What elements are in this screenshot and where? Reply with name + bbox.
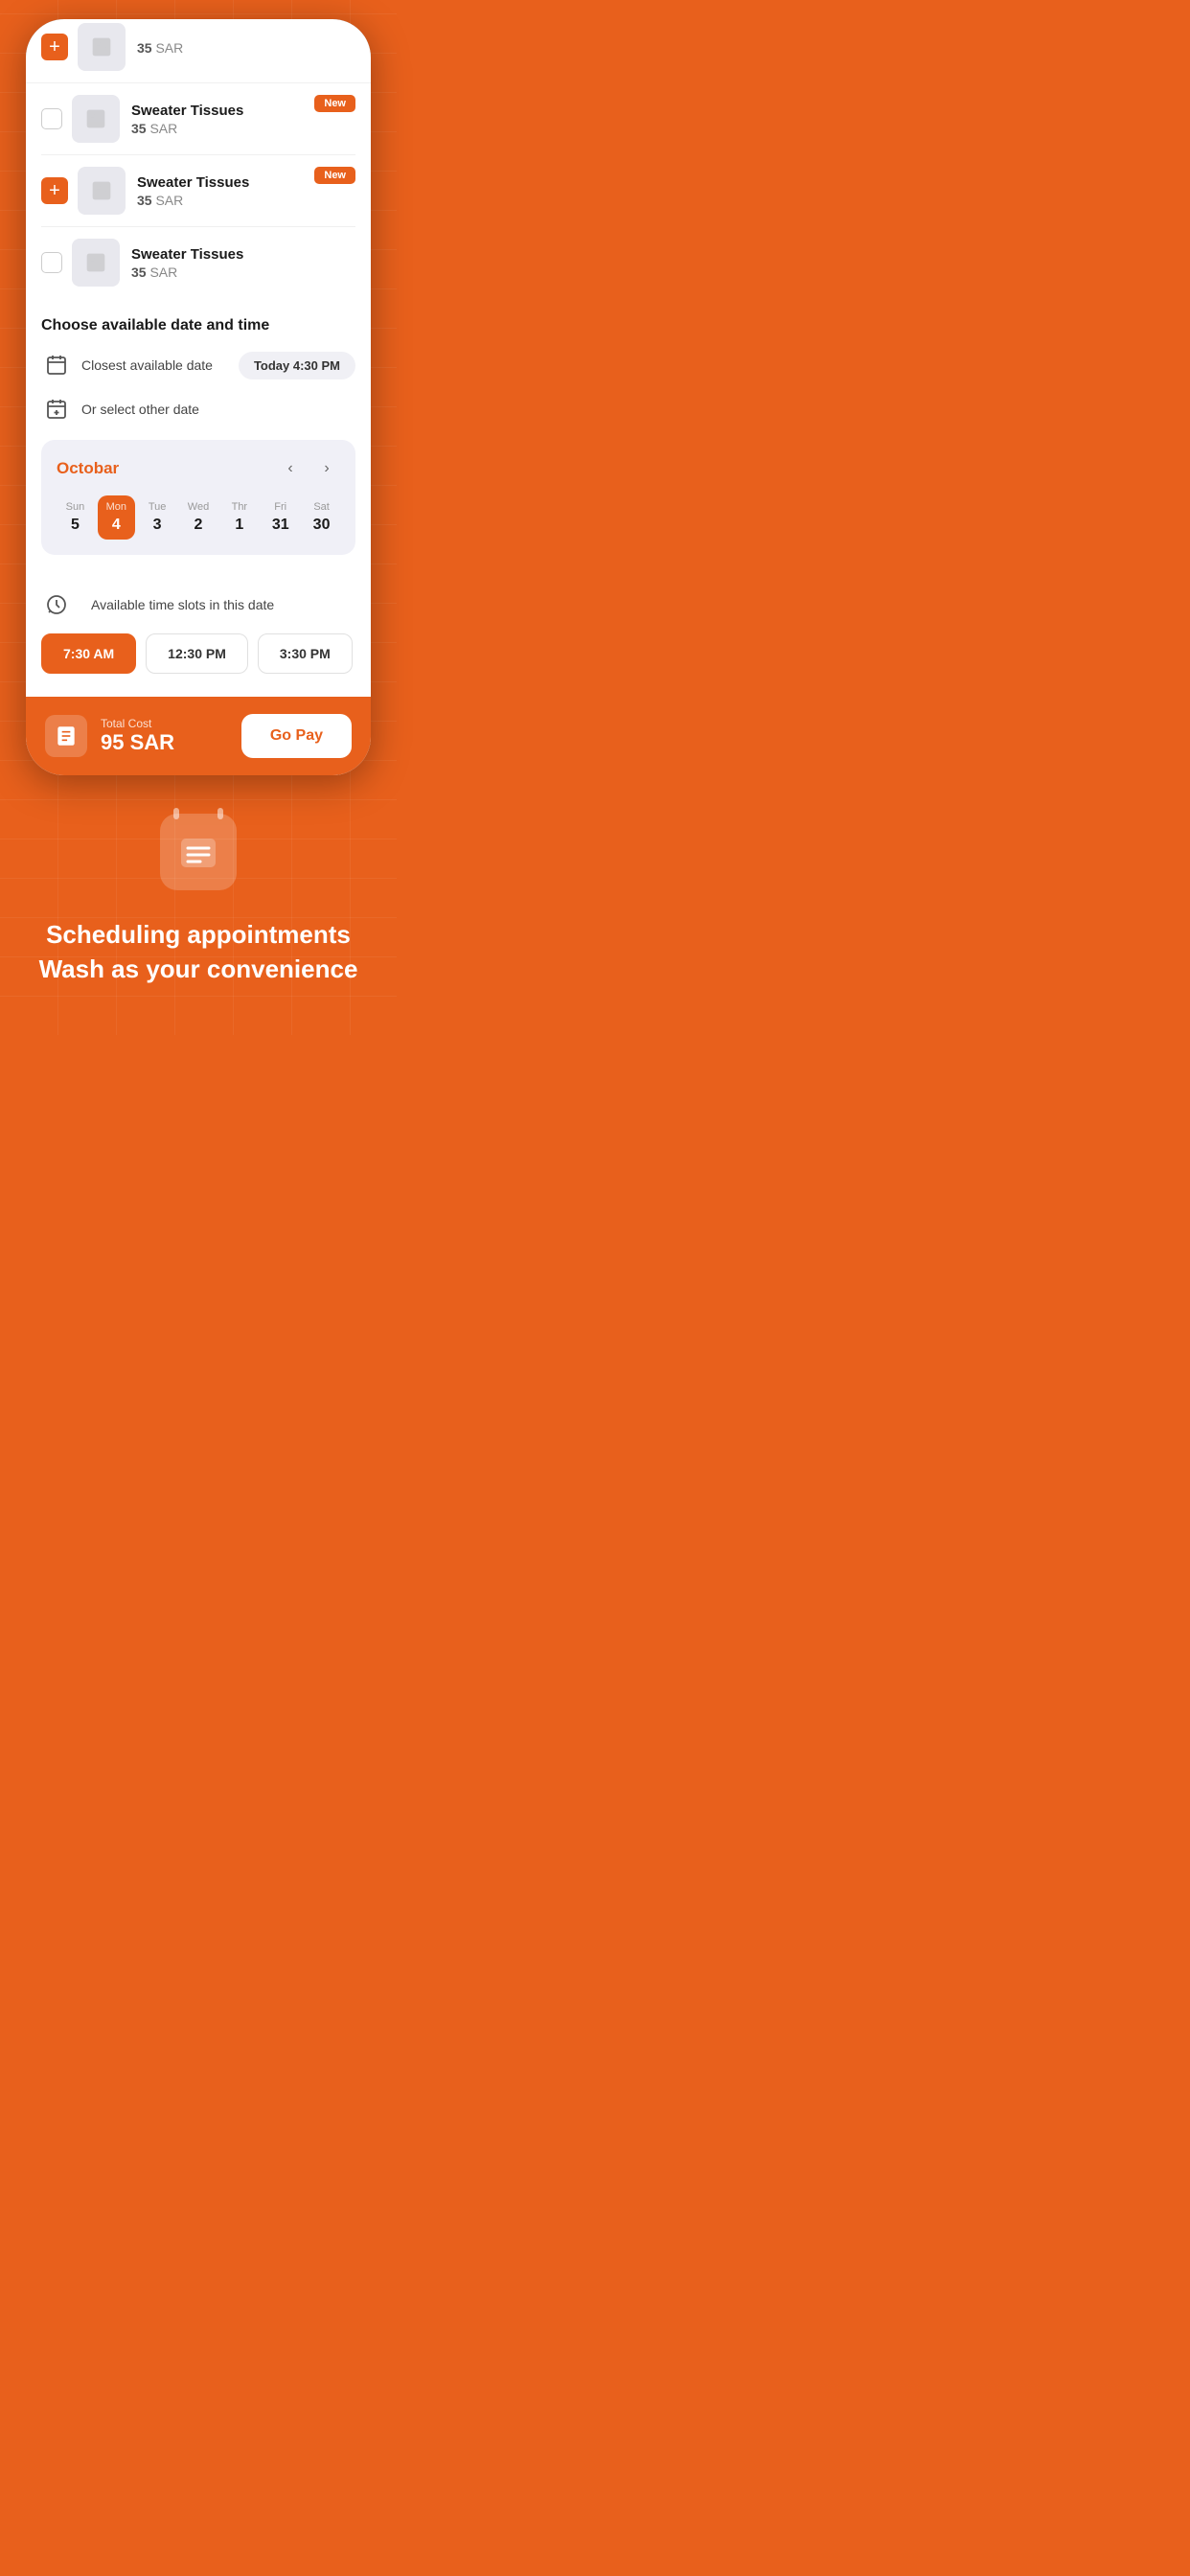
day-number: 30 (313, 517, 331, 534)
calendar-day-2[interactable]: Wed 2 (180, 495, 217, 540)
product-price-partial: 35 SAR (137, 40, 355, 56)
calendar-day-30[interactable]: Sat 30 (303, 495, 340, 540)
time-section: Available time slots in this date 7:30 A… (26, 589, 371, 697)
time-slots-label: Available time slots in this date (91, 597, 274, 612)
closest-date-label: Closest available date (81, 357, 239, 373)
add-button-2[interactable]: + (41, 177, 68, 204)
new-badge-2: New (314, 167, 355, 184)
phone-frame: + 35 SAR (26, 19, 371, 775)
product-item-3: Sweater Tissues 35 SAR (41, 227, 355, 298)
product-image-1 (72, 95, 120, 143)
calendar-box: Octobar ‹ › Sun 5 Mon 4 Tue 3 Wed 2 Thr 1 Fri 31 Sat… (41, 440, 355, 555)
calendar-days: Sun 5 Mon 4 Tue 3 Wed 2 Thr 1 Fri 31 Sat 30 (57, 495, 340, 540)
time-slot-3-30-PM[interactable]: 3:30 PM (258, 633, 353, 674)
day-name: Tue (149, 501, 167, 513)
cost-info: Total Cost 95 SAR (101, 717, 174, 755)
other-date-label: Or select other date (81, 402, 355, 417)
product-image-3 (72, 239, 120, 287)
product-name-3: Sweater Tissues (131, 246, 355, 263)
day-name: Mon (106, 501, 126, 513)
marketing-line-1: Scheduling appointments (39, 917, 358, 952)
product-price-1: 35 SAR (131, 121, 355, 136)
time-slot-7-30-AM[interactable]: 7:30 AM (41, 633, 136, 674)
calendar-day-3[interactable]: Tue 3 (139, 495, 176, 540)
day-number: 5 (71, 517, 80, 534)
day-name: Sun (66, 501, 85, 513)
prev-month-button[interactable]: ‹ (277, 455, 304, 482)
time-slot-12-30-PM[interactable]: 12:30 PM (146, 633, 248, 674)
product-image-partial (78, 23, 126, 71)
product-list: Sweater Tissues 35 SAR New + (26, 83, 371, 298)
product-item-1: Sweater Tissues 35 SAR New (41, 83, 355, 155)
cost-section: Total Cost 95 SAR (45, 715, 174, 757)
calendar-header: Octobar ‹ › (57, 455, 340, 482)
time-icon (41, 589, 72, 620)
closest-date-row: Closest available date Today 4:30 PM (41, 350, 355, 380)
product-item-2: + Sweater Tissues 35 SAR New (41, 155, 355, 227)
day-number: 2 (195, 517, 203, 534)
product-image-2 (78, 167, 126, 215)
calendar-icon (41, 350, 72, 380)
calendar-day-4[interactable]: Mon 4 (98, 495, 135, 540)
time-slots-container: 7:30 AM12:30 PM3:30 PM (41, 633, 355, 674)
add-button-partial[interactable]: + (41, 34, 68, 60)
go-pay-button[interactable]: Go Pay (241, 714, 352, 758)
calendar-month: Octobar (57, 459, 119, 478)
day-number: 1 (235, 517, 243, 534)
day-number: 31 (272, 517, 289, 534)
marketing-text: Scheduling appointments Wash as your con… (39, 917, 358, 987)
other-date-row[interactable]: Or select other date (41, 394, 355, 425)
add-calendar-icon (41, 394, 72, 425)
date-time-section: Choose available date and time Closest a… (26, 298, 371, 589)
day-name: Sat (313, 501, 330, 513)
day-name: Fri (274, 501, 286, 513)
calendar-day-5[interactable]: Sun 5 (57, 495, 94, 540)
time-label-row: Available time slots in this date (41, 589, 355, 620)
day-name: Wed (188, 501, 209, 513)
day-number: 4 (112, 517, 121, 534)
product-item-partial: + 35 SAR (26, 19, 371, 83)
checkbox-3[interactable] (41, 252, 62, 273)
calendar-day-31[interactable]: Fri 31 (262, 495, 299, 540)
product-info-partial: 35 SAR (137, 38, 355, 56)
cost-label: Total Cost (101, 717, 174, 730)
closest-date-value[interactable]: Today 4:30 PM (239, 352, 355, 380)
new-badge-1: New (314, 95, 355, 112)
marketing-section: Scheduling appointments Wash as your con… (0, 775, 397, 1035)
calendar-nav: ‹ › (277, 455, 340, 482)
next-month-button[interactable]: › (313, 455, 340, 482)
marketing-line-2: Wash as your convenience (39, 952, 358, 986)
product-price-3: 35 SAR (131, 264, 355, 280)
product-info-3: Sweater Tissues 35 SAR (131, 246, 355, 280)
bottom-bar: Total Cost 95 SAR Go Pay (26, 697, 371, 775)
checkbox-1[interactable] (41, 108, 62, 129)
product-price-2: 35 SAR (137, 193, 355, 208)
cost-value: 95 SAR (101, 730, 174, 755)
day-name: Thr (232, 501, 248, 513)
marketing-icon (160, 814, 237, 890)
calendar-day-1[interactable]: Thr 1 (220, 495, 258, 540)
day-number: 3 (153, 517, 162, 534)
receipt-icon (45, 715, 87, 757)
section-title: Choose available date and time (41, 317, 355, 334)
